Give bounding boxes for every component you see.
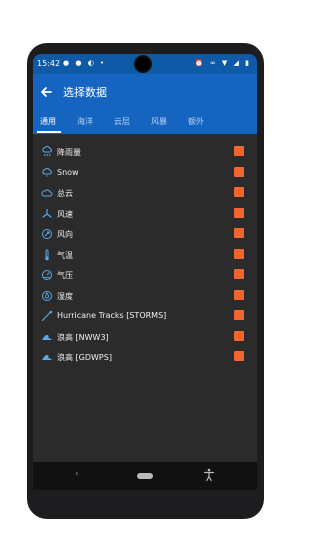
list-item[interactable]: 风速: [33, 206, 257, 224]
list-item[interactable]: 降雨量: [33, 144, 257, 162]
nav-home-pill-icon[interactable]: [137, 473, 153, 479]
wave-icon: [42, 334, 52, 340]
tab-general[interactable]: 通用: [40, 116, 56, 127]
checkbox-checked[interactable]: [234, 166, 244, 177]
list-item[interactable]: 浪高 [NWW3]: [33, 329, 257, 347]
checkbox-checked[interactable]: [234, 310, 244, 320]
back-arrow-icon[interactable]: [37, 82, 57, 102]
checkbox-checked[interactable]: [234, 269, 244, 279]
info-icon: •: [100, 59, 107, 67]
battery-icon: ▮: [245, 59, 251, 67]
tab-clouds[interactable]: 云层: [114, 116, 130, 127]
checkbox-checked[interactable]: [234, 146, 244, 156]
svg-text:*: *: [46, 174, 48, 179]
list-item[interactable]: 气压: [33, 267, 257, 285]
list-item[interactable]: 浪高 [GDWPS]: [33, 349, 257, 367]
tab-indicator: [37, 131, 61, 133]
cloud-icon: [41, 189, 53, 197]
tab-ocean[interactable]: 海洋: [77, 116, 93, 127]
alarm-icon: ⏰: [194, 59, 206, 67]
list-item-label: Snow: [57, 167, 79, 177]
tab-bar: 通用 海洋 云层 风暴 额外: [33, 110, 257, 134]
list-item[interactable]: 总云: [33, 185, 257, 203]
page-title: 选择数据: [63, 86, 107, 99]
hurricane-track-icon: [41, 310, 53, 322]
checkbox-checked[interactable]: [234, 187, 244, 197]
nav-back-icon[interactable]: ‹: [75, 469, 79, 479]
list-item[interactable]: * Snow: [33, 165, 257, 183]
accessibility-icon[interactable]: [203, 468, 215, 482]
app-bar: 选择数据: [33, 74, 257, 110]
status-time: 15:42: [37, 59, 61, 68]
checkbox-checked[interactable]: [234, 228, 244, 238]
list-item-label: 气压: [57, 271, 73, 280]
snow-cloud-icon: *: [42, 167, 52, 179]
thermometer-icon: [45, 249, 49, 260]
tab-storms[interactable]: 风暴: [151, 116, 167, 127]
list-item[interactable]: 气温: [33, 247, 257, 265]
app-screen: 15:42 ● ● ◐ • ⏰ ∞ ▼ ◢ ▮ 选择数据 通用 海洋 云层 风暴…: [33, 54, 257, 490]
front-camera: [136, 57, 150, 71]
status-bar: 15:42 ● ● ◐ • ⏰ ∞ ▼ ◢ ▮: [33, 54, 257, 74]
chat-icon: ●: [75, 59, 84, 67]
list-item-label: 浪高 [GDWPS]: [57, 353, 112, 362]
wifi-icon: ▼: [221, 59, 230, 67]
list-item-label: 浪高 [NWW3]: [57, 332, 109, 342]
circle-icon: ◐: [87, 59, 96, 67]
status-right-icons: ⏰ ∞ ▼ ◢ ▮: [195, 59, 251, 67]
rain-icon: [42, 146, 52, 157]
list-item-label: 风向: [57, 230, 73, 239]
checkbox-checked[interactable]: [234, 289, 244, 300]
pressure-icon: [42, 270, 52, 280]
list-item[interactable]: 湿度: [33, 288, 257, 306]
humidity-icon: [42, 290, 52, 301]
wind-speed-icon: [42, 208, 52, 218]
checkbox-checked[interactable]: [234, 330, 244, 341]
list-item[interactable]: 风向: [33, 226, 257, 244]
wind-direction-icon: [42, 229, 52, 239]
tab-extra[interactable]: 额外: [188, 116, 204, 127]
list-item-label: 总云: [57, 189, 73, 198]
checkbox-checked[interactable]: [234, 351, 244, 361]
list-item-label: 风速: [57, 209, 73, 219]
link-icon: ∞: [209, 59, 218, 67]
message-icon: ●: [63, 59, 72, 67]
list-item-label: Hurricane Tracks [STORMS]: [57, 311, 167, 320]
list-item-label: 气温: [57, 250, 73, 260]
status-left-icons: ● ● ◐ •: [63, 59, 106, 67]
signal-icon: ◢: [233, 59, 241, 67]
checkbox-checked[interactable]: [234, 248, 244, 259]
list-item[interactable]: Hurricane Tracks [STORMS]: [33, 308, 257, 326]
wave-icon: [42, 355, 52, 360]
list-item-label: 降雨量: [57, 148, 81, 157]
list-item-label: 湿度: [57, 291, 73, 301]
system-nav-bar: ‹: [33, 462, 257, 490]
checkbox-checked[interactable]: [234, 207, 244, 218]
